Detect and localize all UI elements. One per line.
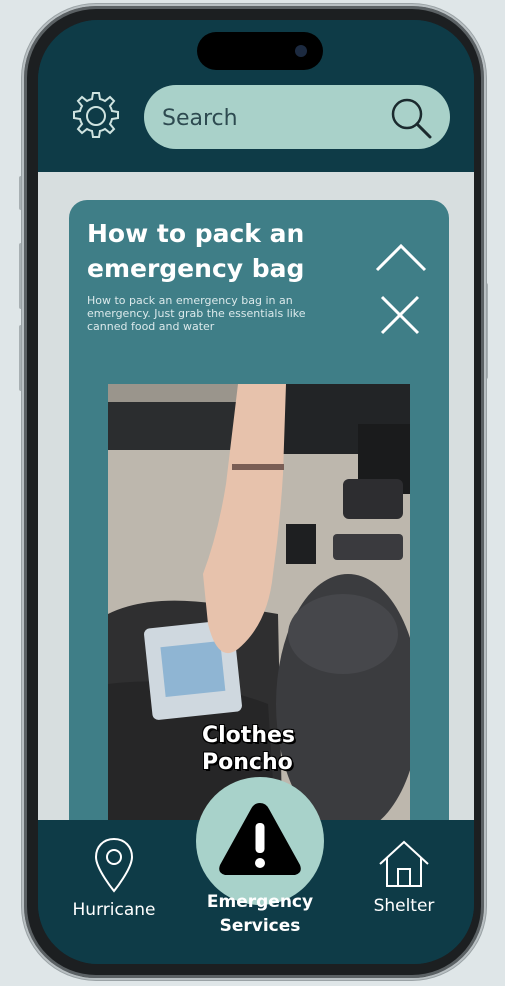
nav-emergency-label-line-1: Emergency xyxy=(206,892,314,912)
map-pin-icon xyxy=(94,837,134,893)
nav-hurricane-label: Hurricane xyxy=(72,900,156,920)
emergency-services-button[interactable] xyxy=(196,777,324,905)
gear-icon[interactable] xyxy=(70,90,122,142)
nav-hurricane[interactable]: Hurricane xyxy=(62,836,166,922)
app-screen: How to pack an emergency bag How to pack… xyxy=(38,20,474,964)
video-caption: Clothes Poncho xyxy=(202,722,295,776)
close-icon[interactable] xyxy=(379,294,421,336)
home-icon xyxy=(379,840,429,887)
nav-emergency-label-line-2: Services xyxy=(219,916,301,936)
nav-shelter[interactable]: Shelter xyxy=(352,838,456,918)
search-input[interactable] xyxy=(144,85,394,151)
warning-triangle-icon xyxy=(219,803,301,875)
nav-shelter-label: Shelter xyxy=(373,896,435,916)
tutorial-card: How to pack an emergency bag How to pack… xyxy=(69,200,449,860)
search-bar[interactable] xyxy=(144,85,450,151)
caption-line-2: Poncho xyxy=(202,750,293,775)
card-title: How to pack an emergency bag xyxy=(87,219,305,283)
camera-lens xyxy=(295,45,307,57)
nav-emergency-label: Emergency Services xyxy=(188,890,332,938)
card-description: How to pack an emergency bag in an emerg… xyxy=(87,294,306,333)
caption-line-1: Clothes xyxy=(202,723,295,748)
dynamic-island xyxy=(197,32,323,70)
chevron-up-icon[interactable] xyxy=(373,240,429,274)
search-icon[interactable] xyxy=(388,95,434,141)
content-area: How to pack an emergency bag How to pack… xyxy=(38,172,474,860)
